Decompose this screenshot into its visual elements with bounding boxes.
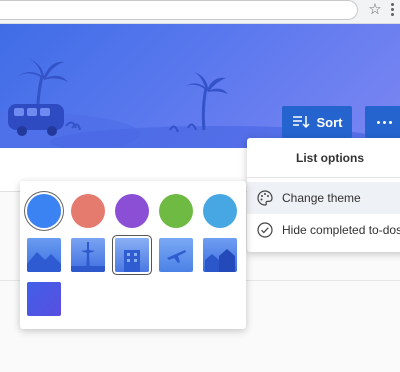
theme-image-airplane[interactable]: [159, 238, 193, 272]
theme-image-building[interactable]: [115, 238, 149, 272]
theme-color-swatch[interactable]: [27, 194, 61, 228]
address-bar[interactable]: [0, 0, 358, 20]
houses-thumbnail: [203, 238, 237, 272]
theme-color-swatch[interactable]: [115, 194, 149, 228]
mountains-thumbnail: [27, 238, 61, 272]
palette-icon: [257, 190, 273, 206]
sort-button[interactable]: Sort: [282, 106, 352, 138]
space-needle-thumbnail: [71, 238, 105, 272]
browser-toolbar: ☆: [0, 0, 400, 24]
check-circle-icon: [257, 222, 273, 238]
theme-color-swatch[interactable]: [203, 194, 237, 228]
sort-icon: [292, 116, 310, 129]
bookmark-star-icon[interactable]: ☆: [366, 1, 384, 19]
menu-item-label: Hide completed to-dos: [282, 223, 400, 237]
theme-image-blue-gradient[interactable]: [27, 282, 61, 316]
gradient-thumbnail: [27, 282, 61, 316]
theme-image-mountains[interactable]: [27, 238, 61, 272]
theme-image-space-needle[interactable]: [71, 238, 105, 272]
browser-menu-icon[interactable]: [390, 3, 396, 17]
theme-image-houses[interactable]: [203, 238, 237, 272]
menu-item-hide-completed[interactable]: Hide completed to-dos: [247, 214, 400, 246]
theme-color-swatch[interactable]: [71, 194, 105, 228]
airplane-thumbnail: [159, 238, 193, 272]
theme-picker: [20, 181, 246, 329]
menu-item-change-theme[interactable]: Change theme: [247, 182, 400, 214]
sort-button-label: Sort: [316, 114, 343, 130]
more-options-icon: [376, 120, 380, 124]
building-thumbnail: [115, 238, 149, 272]
list-options-title: List options: [247, 138, 400, 178]
theme-color-swatch[interactable]: [159, 194, 193, 228]
menu-item-label: Change theme: [282, 191, 361, 205]
more-options-button[interactable]: [365, 106, 400, 138]
list-options-menu: List options Change theme Hide completed…: [247, 138, 400, 252]
